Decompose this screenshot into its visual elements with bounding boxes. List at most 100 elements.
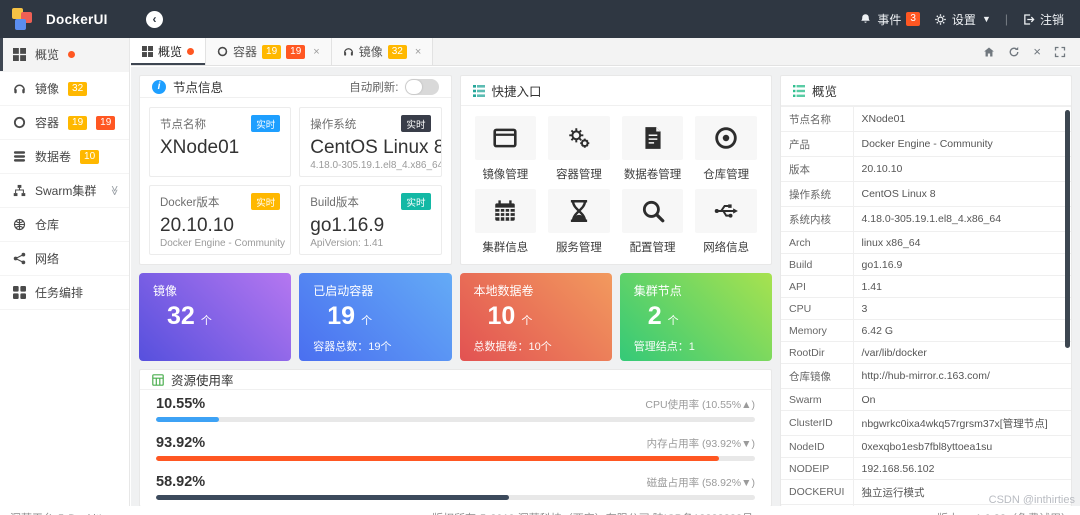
stat-card-images[interactable]: 镜像 32 个 xyxy=(139,273,292,361)
resource-row-memory: 93.92% 内存占用率 (93.92%▼) xyxy=(156,435,755,461)
tab-label: 容器 xyxy=(233,45,258,59)
quick-item-label: 配置管理 xyxy=(629,242,676,254)
active-dot xyxy=(68,51,76,58)
table-row: 产品 Docker Engine - Community xyxy=(781,131,1071,157)
scrollbar-thumb[interactable] xyxy=(1065,110,1070,348)
ring-icon xyxy=(13,116,26,129)
resource-row-disk: 58.92% 磁盘占用率 (58.92%▼) xyxy=(156,474,755,500)
home-icon[interactable] xyxy=(983,46,995,58)
resource-percent: 58.92% xyxy=(156,474,206,490)
settings-menu[interactable]: 设置 ▼ xyxy=(934,11,991,28)
count-badge-running: 19 xyxy=(96,115,116,130)
headphones-icon xyxy=(14,84,25,94)
watermark: CSDN @inthirties xyxy=(988,494,1075,506)
quick-item-services[interactable]: 服务管理 xyxy=(548,189,610,256)
sidebar-item-containers[interactable]: 容器 19 19 xyxy=(0,106,129,140)
count-badge: 19 xyxy=(262,44,282,59)
sidebar-item-registry[interactable]: 仓库 xyxy=(0,208,129,242)
sidebar-item-network[interactable]: 网络 xyxy=(0,242,129,276)
settings-label: 设置 xyxy=(951,12,976,27)
gear-icon xyxy=(935,13,946,25)
node-info-header: i 节点信息 自动刷新: xyxy=(140,76,451,98)
quick-item-volumes[interactable]: 数据卷管理 xyxy=(621,116,684,183)
left-column: i 节点信息 自动刷新: 节点名称 实时 XNode01 操作系统 实时 Cen… xyxy=(139,75,772,507)
overview-table: 节点名称 XNode01 产品 Docker Engine - Community … xyxy=(781,106,1071,506)
gears-icon xyxy=(569,128,590,148)
stat-card-volumes[interactable]: 本地数据卷 10 个 总数据卷：10个 xyxy=(459,273,612,361)
stack-icon xyxy=(13,151,26,162)
bell-icon xyxy=(861,13,871,23)
refresh-icon[interactable] xyxy=(1008,46,1020,58)
sidebar-item-orchestration[interactable]: 任务编排 xyxy=(0,276,129,310)
resource-usage-header: 资源使用率 xyxy=(140,370,771,390)
sidebar-item-label: 概览 xyxy=(35,48,60,62)
sidebar-item-swarm[interactable]: Swarm集群 ≫ xyxy=(0,174,129,208)
resource-usage-body: 10.55% CPU使用率 (10.55%▲) 93.92% 内存占用率 (93… xyxy=(140,390,771,513)
quick-item-registry[interactable]: 仓库管理 xyxy=(695,116,757,183)
stat-card-cluster-nodes[interactable]: 集群节点 2个 管理结点：1 xyxy=(619,273,772,361)
stat-sub: 管理结点：1 xyxy=(633,341,695,353)
app-logo-icon xyxy=(12,7,36,31)
card-sub: ApiVersion: 1.41 xyxy=(310,238,384,249)
fullscreen-icon[interactable] xyxy=(1054,46,1066,58)
divider: | xyxy=(1004,12,1008,26)
table-row: Arch linux x86_64 xyxy=(781,231,1071,254)
sidebar-item-overview[interactable]: 概览 xyxy=(0,38,129,72)
table-row: CPU 3 xyxy=(781,297,1071,320)
events-count-badge: 3 xyxy=(906,12,920,26)
table-icon xyxy=(152,373,164,386)
logout-label: 注销 xyxy=(1039,12,1064,27)
events-button[interactable]: 事件 3 xyxy=(859,11,920,28)
grid-icon xyxy=(13,48,26,61)
tab-close-icon[interactable]: × xyxy=(313,46,319,58)
quick-item-label: 服务管理 xyxy=(555,242,602,254)
sidebar-collapse-icon[interactable]: ‹ xyxy=(146,10,163,28)
resource-row-cpu: 10.55% CPU使用率 (10.55%▲) xyxy=(156,396,755,422)
count-badge-running: 19 xyxy=(286,44,306,59)
overview-panel: 概览 节点名称 XNode01 产品 Docker Engine - Communi… xyxy=(780,75,1072,507)
tab-overview[interactable]: 概览 xyxy=(131,38,207,65)
stat-value: 2 xyxy=(647,302,662,330)
card-value: XNode01 xyxy=(160,137,240,158)
count-badge: 32 xyxy=(68,81,88,96)
node-card-name: 节点名称 实时 XNode01 xyxy=(149,107,292,177)
quick-item-images[interactable]: 镜像管理 xyxy=(474,116,537,183)
brand[interactable]: DockerUI xyxy=(0,7,130,31)
auto-refresh-toggle[interactable] xyxy=(404,78,439,95)
panel-title: 快捷入口 xyxy=(491,85,542,99)
sidebar-item-label: 数据卷 xyxy=(35,150,72,164)
search-icon xyxy=(642,200,664,223)
panel-title: 概览 xyxy=(812,85,838,99)
realtime-badge: 实时 xyxy=(401,193,431,210)
realtime-badge: 实时 xyxy=(401,115,431,132)
stat-unit: 个 xyxy=(361,315,373,327)
quick-item-network[interactable]: 网络信息 xyxy=(695,189,757,256)
close-icon[interactable]: × xyxy=(1033,45,1041,58)
resource-percent: 10.55% xyxy=(156,396,206,412)
sidebar-item-volumes[interactable]: 数据卷 10 xyxy=(0,140,129,174)
table-row: Swarm On xyxy=(781,388,1071,411)
tab-containers[interactable]: 容器 19 19 × xyxy=(206,38,332,65)
table-row: 节点名称 XNode01 xyxy=(781,106,1071,132)
sidebar-item-label: Swarm集群 xyxy=(35,184,97,198)
chevron-expand-icon: ≫ xyxy=(108,185,120,196)
quick-item-configs[interactable]: 配置管理 xyxy=(621,189,684,256)
share-icon xyxy=(13,252,26,265)
footer-center: 版权所有 © 2019 深蓝科技（西安）有限公司 陕ICP备18888888号 xyxy=(432,510,753,515)
table-row: RootDir/var/lib/docker xyxy=(781,341,1071,364)
footer-right: 版本：v1.0.32（免费试用） xyxy=(937,510,1072,515)
tab-images[interactable]: 镜像 32 × xyxy=(331,38,434,65)
logout-button[interactable]: 注销 xyxy=(1022,11,1064,28)
stat-card-running-containers[interactable]: 已启动容器 19 个 容器总数：19个 xyxy=(299,273,452,361)
sidebar-item-images[interactable]: 镜像 32 xyxy=(0,72,129,106)
quick-item-containers[interactable]: 容器管理 xyxy=(548,116,610,183)
grid-icon xyxy=(142,46,153,57)
quick-item-cluster[interactable]: 集群信息 xyxy=(474,189,537,256)
tab-close-icon[interactable]: × xyxy=(415,46,421,58)
window-icon xyxy=(493,128,517,148)
dockerui-dashboard: DockerUI ‹ 事件 3 设置 ▼ | 注销 概览 镜像 32 容器 19… xyxy=(0,0,1080,515)
card-value: 20.10.10 xyxy=(160,215,234,236)
card-title: 节点名称 xyxy=(160,118,206,131)
table-row: 操作系统 CentOS Linux 8 xyxy=(781,181,1071,207)
logout-icon xyxy=(1024,13,1035,25)
